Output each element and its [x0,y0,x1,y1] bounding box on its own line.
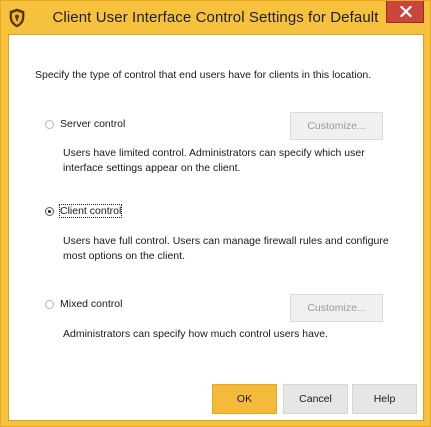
mixed-control-description: Administrators can specify how much cont… [63,328,328,340]
help-button[interactable]: Help [352,384,417,414]
dialog-window: Client User Interface Control Settings f… [0,0,431,427]
client-control-description: Users have full control. Users can manag… [63,235,389,262]
window-title: Client User Interface Control Settings f… [52,9,379,26]
title-bar[interactable]: Client User Interface Control Settings f… [1,1,430,34]
server-control-description: Users have limited control. Administrato… [63,147,365,174]
close-button[interactable] [386,1,424,23]
server-control-radio[interactable] [45,120,54,129]
mixed-control-label[interactable]: Mixed control [60,298,122,310]
intro-text: Specify the type of control that end use… [35,69,372,81]
cancel-button[interactable]: Cancel [283,384,348,414]
ok-button[interactable]: OK [212,384,277,414]
server-control-label[interactable]: Server control [60,118,125,130]
server-customize-button[interactable]: Customize... [290,112,383,140]
client-control-radio[interactable] [45,207,54,216]
dialog-content: Specify the type of control that end use… [8,34,424,421]
client-control-label[interactable]: Client control [58,204,123,218]
mixed-customize-button[interactable]: Customize... [290,294,383,322]
option-client-control[interactable]: Client control [9,203,423,223]
mixed-control-radio[interactable] [45,300,54,309]
close-icon [400,6,412,17]
